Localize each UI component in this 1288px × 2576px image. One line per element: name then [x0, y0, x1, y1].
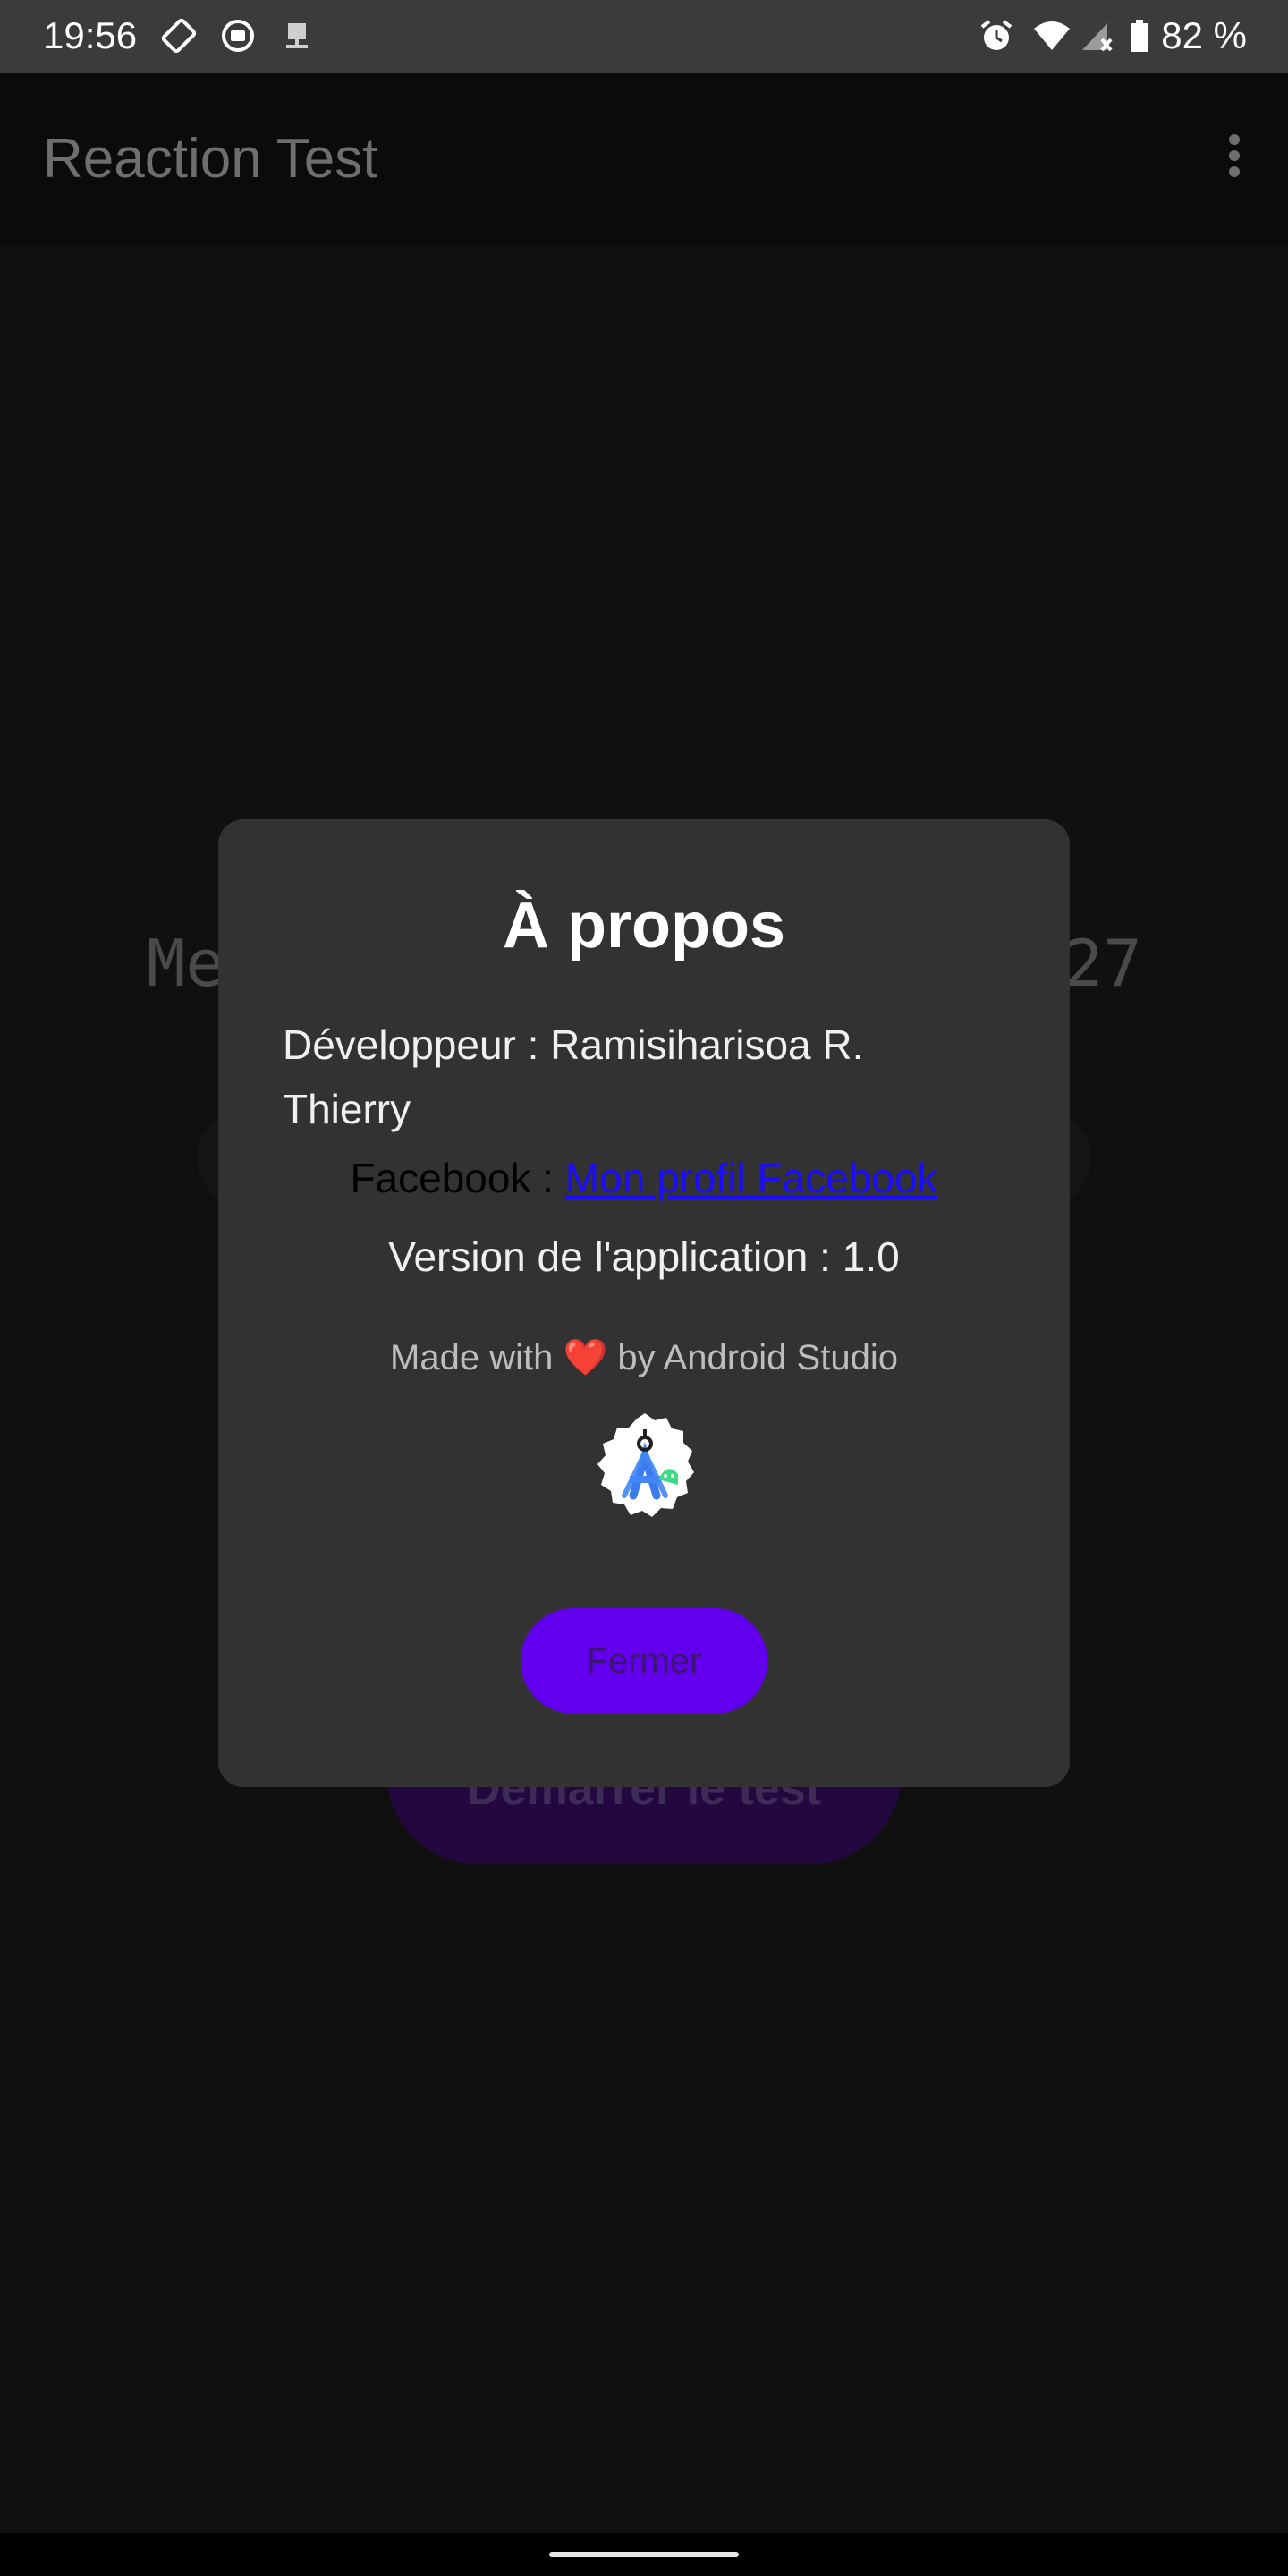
network-storage-icon — [279, 18, 315, 54]
app-version: Version de l'application : 1.0 — [388, 1233, 900, 1280]
about-dialog: À propos Développeur : Ramisiharisoa R. … — [218, 819, 1070, 1787]
cast-icon — [220, 18, 256, 54]
made-with-suffix: by Android Studio — [607, 1338, 898, 1377]
alarm-icon — [979, 18, 1014, 54]
made-with-prefix: Made with — [390, 1338, 564, 1377]
home-gesture-handle[interactable] — [549, 2552, 739, 2557]
close-button[interactable]: Fermer — [521, 1608, 767, 1714]
facebook-label: Facebook : — [350, 1155, 565, 1201]
app-bar: Reaction Test — [0, 73, 1288, 245]
screen-rotate-icon — [161, 18, 197, 54]
made-with-text: Made with ❤️ by Android Studio — [218, 1336, 1070, 1378]
facebook-line: Facebook : Mon profil Facebook — [218, 1154, 1070, 1202]
facebook-profile-link[interactable]: Mon profil Facebook — [565, 1155, 938, 1201]
battery-percentage: 82 % — [1161, 14, 1247, 56]
app-title: Reaction Test — [43, 128, 378, 190]
android-studio-icon — [587, 1410, 703, 1526]
dialog-title: À propos — [503, 890, 785, 962]
status-bar: 19:56 82 % — [0, 0, 1288, 73]
screen: 19:56 82 % Reaction Test Me 27 Démarrer … — [0, 0, 1288, 2576]
heart-icon: ❤️ — [563, 1338, 608, 1377]
status-time: 19:56 — [43, 14, 138, 56]
wifi-icon — [1032, 18, 1070, 54]
background-label-right: 27 — [1064, 926, 1142, 1001]
developer-text: Développeur : Ramisiharisoa R. Thierry — [283, 1021, 864, 1132]
cell-signal-icon — [1079, 18, 1114, 54]
more-vert-icon[interactable] — [1216, 129, 1252, 200]
battery-icon — [1129, 18, 1165, 54]
background-label-left: Me — [147, 926, 225, 1001]
